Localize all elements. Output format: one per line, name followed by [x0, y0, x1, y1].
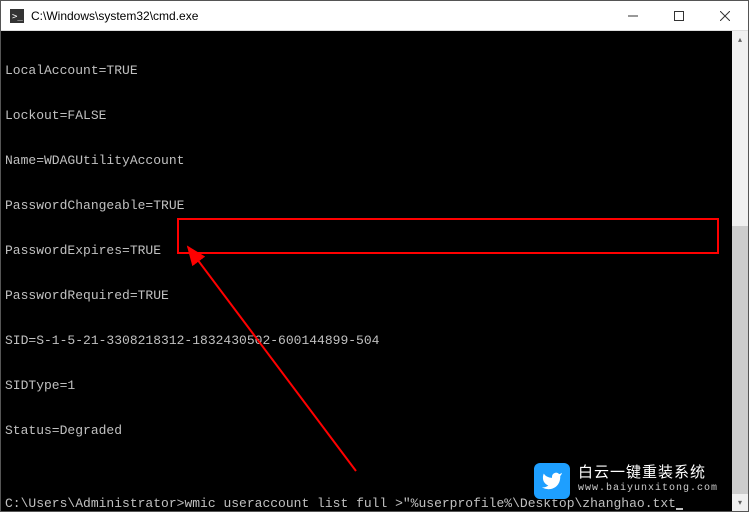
output-line: Status=Degraded — [5, 423, 744, 438]
maximize-button[interactable] — [656, 1, 702, 30]
watermark-main-text: 白云一键重装系统 — [578, 466, 718, 481]
minimize-button[interactable] — [610, 1, 656, 30]
output-line: SID=S-1-5-21-3308218312-1832430502-60014… — [5, 333, 744, 348]
output-line: PasswordRequired=TRUE — [5, 288, 744, 303]
window-title: C:\Windows\system32\cmd.exe — [31, 9, 610, 23]
output-line: Lockout=FALSE — [5, 108, 744, 123]
annotation-arrow — [176, 241, 456, 481]
scroll-thumb[interactable] — [732, 226, 748, 494]
output-line: Name=WDAGUtilityAccount — [5, 153, 744, 168]
scroll-down-button[interactable]: ▾ — [732, 494, 748, 511]
output-line: PasswordChangeable=TRUE — [5, 198, 744, 213]
output-line: SIDType=1 — [5, 378, 744, 393]
cmd-window: >_ C:\Windows\system32\cmd.exe LocalAcco… — [0, 0, 749, 512]
titlebar[interactable]: >_ C:\Windows\system32\cmd.exe — [1, 1, 748, 31]
terminal-area[interactable]: LocalAccount=TRUE Lockout=FALSE Name=WDA… — [1, 31, 748, 511]
close-button[interactable] — [702, 1, 748, 30]
cursor — [676, 508, 683, 510]
prompt-path: C:\Users\Administrator> — [5, 496, 184, 511]
watermark: 白云一键重装系统 www.baiyunxitong.com — [534, 463, 718, 499]
cmd-icon: >_ — [9, 8, 25, 24]
svg-text:>_: >_ — [12, 12, 23, 22]
window-controls — [610, 1, 748, 30]
output-line: LocalAccount=TRUE — [5, 63, 744, 78]
scroll-up-button[interactable]: ▴ — [732, 31, 748, 48]
output-line: PasswordExpires=TRUE — [5, 243, 744, 258]
vertical-scrollbar[interactable]: ▴ ▾ — [732, 31, 748, 511]
watermark-text: 白云一键重装系统 www.baiyunxitong.com — [578, 466, 718, 496]
scroll-track[interactable] — [732, 48, 748, 494]
watermark-logo-icon — [534, 463, 570, 499]
watermark-sub-text: www.baiyunxitong.com — [578, 481, 718, 496]
